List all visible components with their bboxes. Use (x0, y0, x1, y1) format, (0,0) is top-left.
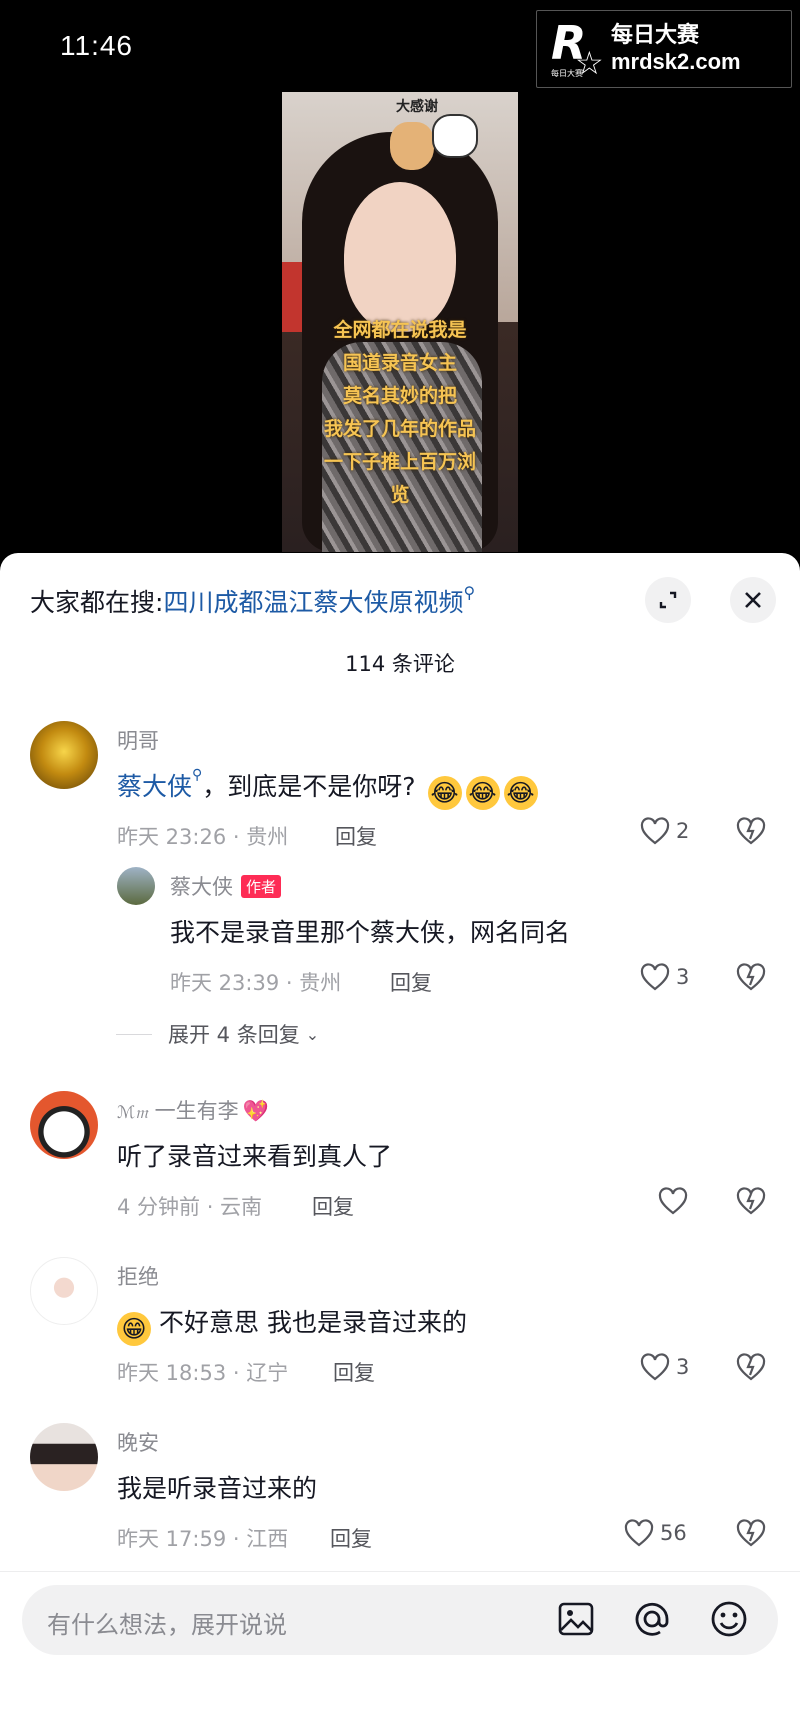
video-caption: 全网都在说我是 国道录音女主 莫名其妙的把 我发了几年的作品 一下子推上百万浏 … (323, 319, 476, 506)
expand-icon (659, 591, 677, 609)
reply-button[interactable]: 回复 (335, 821, 377, 851)
comment-author[interactable]: 晚安 (117, 1427, 159, 1457)
heart-icon (640, 817, 670, 845)
trending-search[interactable]: 大家都在搜:四川成都温江蔡大侠原视频⚲ (30, 583, 475, 619)
reply-button[interactable]: 回复 (312, 1191, 354, 1221)
comment-input[interactable]: 有什么想法，展开说说 (22, 1585, 778, 1655)
like-button[interactable]: 56 (624, 1519, 687, 1547)
comment-text: 听了录音过来看到真人了 (117, 1142, 393, 1171)
comment-meta: 4 分钟前 · 云南 (117, 1195, 263, 1219)
like-count: 3 (676, 1355, 690, 1379)
status-time: 11:46 (60, 30, 133, 61)
avatar[interactable] (30, 1091, 98, 1159)
mention-button[interactable] (632, 1599, 672, 1639)
comment-text: 😁 不好意思 我也是录音过来的 (117, 1303, 467, 1346)
reply-button[interactable]: 回复 (390, 967, 432, 997)
bear-sticker-icon (390, 122, 434, 170)
grin-emoji-icon: 😁 (117, 1312, 151, 1346)
like-count: 3 (676, 965, 690, 989)
heart-icon (640, 1353, 670, 1381)
dislike-button[interactable] (736, 1519, 766, 1547)
emoji-icon (711, 1601, 747, 1637)
comment-author[interactable]: 明哥 (117, 725, 159, 755)
close-button[interactable] (730, 577, 776, 623)
author-badge: 作者 (241, 875, 282, 898)
heart-sparkle-emoji-icon: 💖 (242, 1099, 269, 1123)
expand-button[interactable] (645, 577, 691, 623)
search-keyword[interactable]: 四川成都温江蔡大侠原视频 (163, 588, 463, 617)
watermark-cn: 每日大赛 (611, 23, 700, 48)
comment-text: 蔡大侠⚲，到底是不是你呀? 😂 😂 😂 (117, 767, 538, 810)
comment-meta: 昨天 23:26 · 贵州 (117, 825, 289, 849)
avatar[interactable] (30, 1423, 98, 1491)
logo-icon: R ☆ 每日大赛 (549, 16, 604, 82)
search-mag-icon: ⚲ (192, 767, 203, 783)
broken-heart-icon (736, 1519, 766, 1547)
avatar[interactable] (30, 1257, 98, 1325)
video-person (344, 182, 456, 332)
comment-author[interactable]: 拒绝 (117, 1261, 159, 1291)
broken-heart-icon (736, 817, 766, 845)
reply-button[interactable]: 回复 (330, 1523, 372, 1553)
chevron-down-icon: ⌄ (305, 1024, 320, 1044)
comment-sheet: 大家都在搜:四川成都温江蔡大侠原视频⚲ 114 条评论 明哥 蔡大侠⚲，到底是不… (0, 553, 800, 1731)
broken-heart-icon (736, 963, 766, 991)
like-button[interactable]: 2 (640, 817, 689, 845)
reply-text: 我不是录音里那个蔡大侠，网名同名 (170, 918, 571, 947)
dislike-button[interactable] (736, 1353, 766, 1381)
input-placeholder: 有什么想法，展开说说 (47, 1611, 287, 1639)
reply-author[interactable]: 蔡大侠 作者 (170, 871, 282, 901)
comment-text: 我是听录音过来的 (117, 1474, 318, 1503)
like-count: 56 (660, 1521, 687, 1545)
reply-avatar[interactable] (117, 867, 155, 905)
search-mag-icon: ⚲ (463, 583, 476, 602)
like-button[interactable] (658, 1187, 688, 1215)
heart-icon (624, 1519, 654, 1547)
reply-button[interactable]: 回复 (333, 1357, 375, 1387)
laugh-cry-emoji-icon: 😂 (465, 776, 500, 810)
heart-icon (640, 963, 670, 991)
logo-small-text: 每日大赛 (551, 69, 583, 78)
watermark-url: mrdsk2.com (611, 49, 741, 74)
at-icon (635, 1602, 669, 1636)
dislike-button[interactable] (736, 1187, 766, 1215)
broken-heart-icon (736, 1187, 766, 1215)
image-icon (558, 1602, 594, 1636)
video-player[interactable]: 大感谢 全网都在说我是 国道录音女主 莫名其妙的把 我发了几年的作品 一下子推上… (282, 92, 518, 552)
expand-replies-button[interactable]: 展开 4 条回复 ⌄ (116, 1019, 319, 1049)
close-icon (745, 592, 761, 608)
avatar[interactable] (30, 721, 98, 789)
video-sticker-text: 大感谢 (396, 99, 438, 115)
like-count: 2 (676, 819, 690, 843)
divider (0, 1571, 800, 1572)
like-button[interactable]: 3 (640, 963, 689, 991)
comment-meta: 昨天 18:53 · 辽宁 (117, 1361, 289, 1385)
comment-count: 114 条评论 (345, 652, 455, 676)
like-button[interactable]: 3 (640, 1353, 689, 1381)
image-button[interactable] (556, 1599, 596, 1639)
laugh-cry-emoji-icon: 😂 (503, 776, 538, 810)
search-prefix: 大家都在搜: (30, 588, 164, 617)
laugh-cry-emoji-icon: 😂 (427, 776, 462, 810)
broken-heart-icon (736, 1353, 766, 1381)
dislike-button[interactable] (736, 817, 766, 845)
reply-meta: 昨天 23:39 · 贵州 (170, 971, 342, 995)
cat-sticker-icon (432, 114, 478, 158)
comment-meta: 昨天 17:59 · 江西 (117, 1527, 289, 1551)
mention-link[interactable]: 蔡大侠 (117, 772, 192, 801)
emoji-button[interactable] (709, 1599, 749, 1639)
comment-author[interactable]: ℳ𝔪 一生有李 💖 (117, 1095, 269, 1125)
dislike-button[interactable] (736, 963, 766, 991)
watermark-logo: R ☆ 每日大赛 每日大赛 mrdsk2.com (536, 10, 792, 88)
heart-icon (658, 1187, 688, 1215)
